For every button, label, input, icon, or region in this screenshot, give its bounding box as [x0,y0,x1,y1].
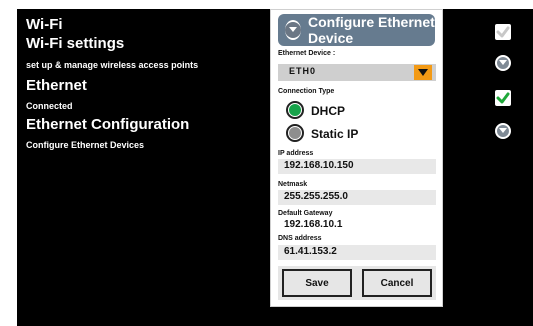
netmask-label: Netmask [278,181,308,188]
dns-address-label: DNS address [278,235,322,242]
ethernet-device-select[interactable]: ETH0 [278,64,436,81]
ip-address-value: 192.168.10.150 [284,160,354,171]
wifi-checkbox[interactable] [495,24,511,40]
dialog-header: Configure Ethernet Device [278,14,435,46]
ethernet-configuration-description: Configure Ethernet Devices [26,140,145,150]
radio-selected-indicator [289,104,301,116]
wifi-settings-expand-button[interactable] [495,55,511,71]
radio-unselected-indicator [289,127,301,139]
ethernet-configuration-expand-button[interactable] [495,123,511,139]
check-icon [496,92,510,104]
dialog-button-row: Save Cancel [278,266,436,300]
wifi-title: Wi-Fi [26,16,63,33]
ethernet-checkbox[interactable] [495,90,511,106]
dropdown-button[interactable] [414,65,432,80]
connection-type-label: Connection Type [278,88,335,95]
dns-address-field[interactable]: 61.41.153.2 [278,245,436,260]
ip-address-field[interactable]: 192.168.10.150 [278,159,436,174]
ethernet-title: Ethernet [26,77,87,94]
default-gateway-value: 192.168.10.1 [284,219,343,230]
ethernet-configuration-link[interactable]: Ethernet Configuration [26,116,198,134]
ethernet-device-value: ETH0 [289,66,317,76]
chevron-down-icon [499,128,507,133]
wifi-settings-link[interactable]: Wi-Fi settings [26,35,198,53]
dialog-title: Configure Ethernet Device [308,14,435,46]
chevron-down-icon [289,27,297,32]
netmask-value: 255.255.255.0 [284,191,348,202]
static-ip-label[interactable]: Static IP [311,127,358,141]
default-gateway-label: Default Gateway [278,210,333,217]
dhcp-label[interactable]: DHCP [311,104,345,118]
chevron-down-icon [499,60,507,65]
settings-list: Wi-Fi Wi-Fi settings set up & manage wir… [26,16,198,151]
default-gateway-field[interactable]: 192.168.10.1 [278,218,436,233]
cancel-button[interactable]: Cancel [362,269,432,297]
dialog-header-icon [285,20,301,40]
configure-ethernet-dialog: Configure Ethernet Device Ethernet Devic… [270,9,443,307]
dhcp-radio[interactable] [286,101,304,119]
save-button[interactable]: Save [282,269,352,297]
netmask-field[interactable]: 255.255.255.0 [278,190,436,205]
wifi-description: set up & manage wireless access points [26,60,199,70]
dns-address-value: 61.41.153.2 [284,246,337,257]
ethernet-status: Connected [26,101,73,111]
ethernet-device-label: Ethernet Device : [278,50,336,57]
static-ip-radio[interactable] [286,124,304,142]
check-icon [496,26,510,38]
chevron-down-icon [418,68,428,76]
ip-address-label: IP address [278,150,314,157]
